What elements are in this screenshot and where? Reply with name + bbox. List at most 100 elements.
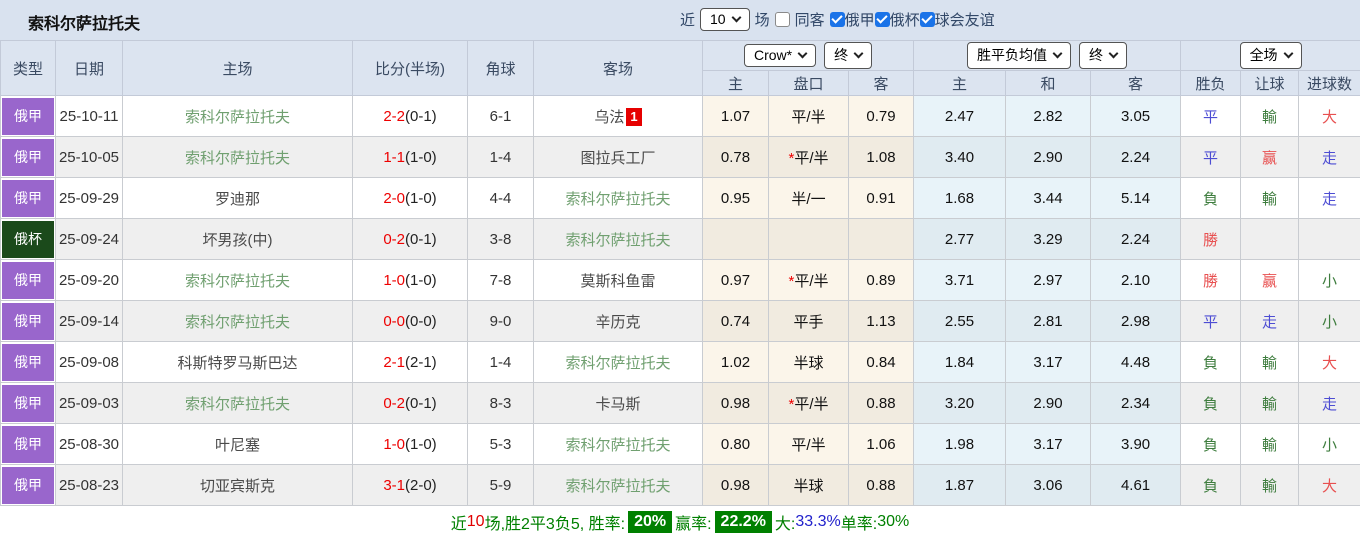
- date-cell: 25-09-24: [56, 219, 123, 260]
- handicap-value: 平/半: [791, 437, 825, 454]
- date-cell: 25-10-11: [56, 96, 123, 137]
- odds-away-cell: 0.79: [849, 96, 914, 137]
- score-cell: 2-0(1-0): [353, 178, 468, 219]
- home-team-name[interactable]: 切亚宾斯克: [200, 478, 275, 495]
- same-opponent-checkbox[interactable]: [775, 12, 790, 27]
- avg-home-cell: 1.98: [914, 424, 1006, 465]
- league-filters: 俄甲俄杯球会友谊: [830, 9, 995, 30]
- corners-cell: 1-4: [468, 342, 534, 383]
- table-row: 俄杯25-09-24坏男孩(中)0-2(0-1)3-8索科尔萨拉托夫2.773.…: [1, 219, 1360, 260]
- league-cell: 俄甲: [1, 178, 56, 219]
- league-badge: 俄甲: [2, 426, 54, 463]
- goals-cell: 大: [1299, 465, 1360, 506]
- chevron-down-icon: [1283, 49, 1293, 59]
- odds-home-cell: [703, 219, 769, 260]
- table-row: 俄甲25-08-30叶尼塞1-0(1-0)5-3索科尔萨拉托夫0.80平/半1.…: [1, 424, 1360, 465]
- chevron-down-icon: [798, 49, 808, 59]
- away-team-name[interactable]: 辛历克: [595, 314, 640, 331]
- league-cell: 俄甲: [1, 301, 56, 342]
- avg-away-cell: 4.48: [1091, 342, 1181, 383]
- league-cell: 俄甲: [1, 465, 56, 506]
- home-team-name[interactable]: 索科尔萨拉托夫: [185, 109, 290, 126]
- avg-draw-cell: 3.17: [1006, 424, 1091, 465]
- handicap-cell: *平/半: [769, 137, 849, 178]
- away-team-name[interactable]: 索科尔萨拉托夫: [565, 355, 670, 372]
- result-cell: 負: [1181, 383, 1241, 424]
- recent-count-select[interactable]: 10: [700, 8, 750, 31]
- col-header-corners: 角球: [468, 41, 534, 96]
- goals-cell: 走: [1299, 178, 1360, 219]
- league-badge: 俄甲: [2, 139, 54, 176]
- avg-time-select[interactable]: 终: [1079, 42, 1127, 69]
- home-team-name[interactable]: 罗迪那: [215, 191, 260, 208]
- sub-header-handicap: 盘口: [769, 71, 849, 96]
- handicap-cell: 半/一: [769, 178, 849, 219]
- league-cell: 俄甲: [1, 137, 56, 178]
- asian-result-cell: 輸: [1241, 342, 1299, 383]
- league-badge: 俄甲: [2, 385, 54, 422]
- table-row: 俄甲25-08-23切亚宾斯克3-1(2-0)5-9索科尔萨拉托夫0.98半球0…: [1, 465, 1360, 506]
- away-team-name[interactable]: 索科尔萨拉托夫: [565, 232, 670, 249]
- score-cell: 1-1(1-0): [353, 137, 468, 178]
- result-cell: 負: [1181, 178, 1241, 219]
- avg-home-cell: 1.84: [914, 342, 1006, 383]
- league-filter-checkbox[interactable]: [920, 12, 935, 27]
- asian-result-value: 赢: [1262, 150, 1277, 167]
- score-cell: 0-0(0-0): [353, 301, 468, 342]
- home-team-name[interactable]: 科斯特罗马斯巴达: [177, 355, 297, 372]
- league-filter-checkbox[interactable]: [830, 12, 845, 27]
- odds-source-select[interactable]: Crow*: [744, 44, 816, 67]
- full-time-score: 1-0: [383, 272, 405, 289]
- avg-draw-cell: 3.06: [1006, 465, 1091, 506]
- league-filter-label: 球会友谊: [935, 9, 995, 30]
- avg-home-cell: 1.68: [914, 178, 1006, 219]
- away-team-name[interactable]: 莫斯科鱼雷: [580, 273, 655, 290]
- league-filter-checkbox[interactable]: [875, 12, 890, 27]
- away-team-name[interactable]: 图拉兵工厂: [580, 150, 655, 167]
- home-team-cell: 叶尼塞: [123, 424, 353, 465]
- half-time-score: (1-0): [405, 149, 437, 166]
- avg-away-cell: 2.10: [1091, 260, 1181, 301]
- home-team-name[interactable]: 坏男孩(中): [203, 232, 273, 249]
- half-time-score: (2-1): [405, 354, 437, 371]
- away-team-name[interactable]: 索科尔萨拉托夫: [565, 478, 670, 495]
- league-badge: 俄甲: [2, 262, 54, 299]
- home-team-name[interactable]: 叶尼塞: [215, 437, 260, 454]
- full-time-score: 3-1: [383, 477, 405, 494]
- col-header-type: 类型: [1, 41, 56, 96]
- table-row: 俄甲25-09-08科斯特罗马斯巴达2-1(2-1)1-4索科尔萨拉托夫1.02…: [1, 342, 1360, 383]
- result-value: 平: [1203, 109, 1218, 126]
- recent-label: 近: [680, 9, 695, 30]
- home-team-name[interactable]: 索科尔萨拉托夫: [185, 396, 290, 413]
- corners-cell: 3-8: [468, 219, 534, 260]
- handicap-value: 平/半: [794, 396, 828, 413]
- avg-away-cell: 2.98: [1091, 301, 1181, 342]
- away-team-cell: 索科尔萨拉托夫: [534, 342, 703, 383]
- away-team-cell: 图拉兵工厂: [534, 137, 703, 178]
- away-team-name[interactable]: 索科尔萨拉托夫: [565, 191, 670, 208]
- goals-cell: 小: [1299, 424, 1360, 465]
- avg-source-select[interactable]: 胜平负均值: [967, 42, 1071, 69]
- odds-time-select[interactable]: 终: [824, 42, 872, 69]
- score-cell: 1-0(1-0): [353, 424, 468, 465]
- odds-away-cell: 0.89: [849, 260, 914, 301]
- away-team-name[interactable]: 卡马斯: [595, 396, 640, 413]
- odds-home-cell: 1.02: [703, 342, 769, 383]
- odds-home-cell: 0.74: [703, 301, 769, 342]
- scope-select[interactable]: 全场: [1240, 42, 1302, 69]
- home-team-name[interactable]: 索科尔萨拉托夫: [185, 150, 290, 167]
- asian-result-cell: 輸: [1241, 424, 1299, 465]
- away-team-name[interactable]: 乌法: [594, 109, 624, 126]
- away-team-name[interactable]: 索科尔萨拉托夫: [565, 437, 670, 454]
- home-team-name[interactable]: 索科尔萨拉托夫: [185, 314, 290, 331]
- home-team-name[interactable]: 索科尔萨拉托夫: [185, 273, 290, 290]
- score-cell: 2-1(2-1): [353, 342, 468, 383]
- result-value: 負: [1203, 437, 1218, 454]
- date-cell: 25-08-23: [56, 465, 123, 506]
- away-team-cell: 莫斯科鱼雷: [534, 260, 703, 301]
- handicap-cell: *平/半: [769, 260, 849, 301]
- date-cell: 25-10-05: [56, 137, 123, 178]
- sub-header-odds-away: 客: [849, 71, 914, 96]
- result-cell: 勝: [1181, 219, 1241, 260]
- avg-group-header: 胜平负均值 终: [914, 41, 1181, 71]
